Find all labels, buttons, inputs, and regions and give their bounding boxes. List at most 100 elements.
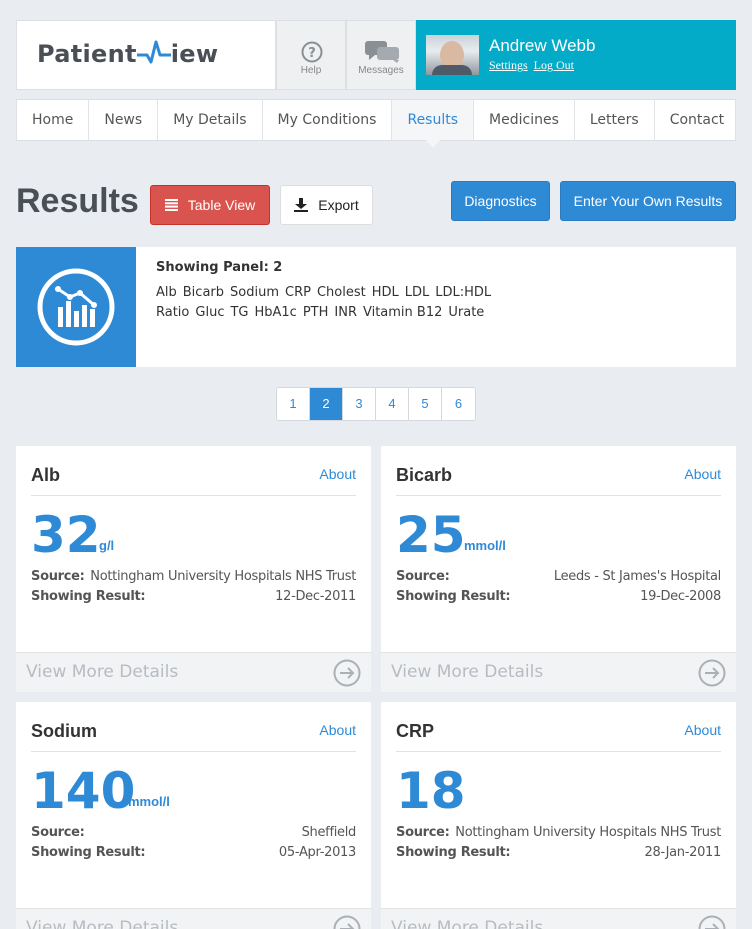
result-unit: mmol/l — [128, 794, 170, 809]
page-link[interactable]: 3 — [343, 388, 376, 420]
help-button[interactable]: ? Help — [276, 20, 346, 90]
view-more-details-button[interactable]: View More Details — [16, 652, 371, 692]
source-label: Source: — [31, 825, 85, 840]
arrow-right-circle-icon — [698, 915, 726, 929]
help-label: Help — [300, 65, 322, 76]
export-button[interactable]: Export — [280, 185, 373, 225]
logo-text: Patient — [37, 40, 137, 68]
source-label: Source: — [31, 569, 85, 584]
panel-test: Urate — [448, 305, 485, 320]
result-card-bicarb: Bicarb About 25 mmol/l Source: Leeds - St… — [381, 446, 736, 692]
result-name: Bicarb — [396, 465, 453, 485]
result-name: CRP — [396, 721, 435, 741]
view-more-details-button[interactable]: View More Details — [381, 652, 736, 692]
nav-item-results[interactable]: Results — [392, 100, 475, 148]
result-value: 18 — [396, 762, 466, 820]
showing-result-label: Showing Result: — [31, 589, 146, 604]
result-date: 19-Dec-2008 — [640, 589, 721, 604]
chart-icon — [37, 268, 115, 346]
page-link[interactable]: 4 — [376, 388, 409, 420]
table-view-label: Table View — [187, 197, 256, 213]
diagnostics-button[interactable]: Diagnostics — [451, 181, 550, 221]
view-more-label: View More Details — [26, 662, 179, 682]
nav-item-contact[interactable]: Contact — [655, 100, 739, 140]
source-label: Source: — [396, 825, 450, 840]
panel-test: Sodium — [230, 285, 279, 300]
source-value: Nottingham University Hospitals NHS Trus… — [455, 825, 721, 840]
about-link[interactable]: About — [684, 722, 721, 738]
view-more-label: View More Details — [391, 918, 544, 929]
source-value: Sheffield — [301, 825, 357, 840]
enter-results-button[interactable]: Enter Your Own Results — [560, 181, 736, 221]
nav-item-news[interactable]: News — [89, 100, 159, 140]
panel-test: PTH — [302, 305, 329, 320]
source-label: Source: — [396, 569, 450, 584]
download-icon — [294, 198, 309, 212]
nav-item-letters[interactable]: Letters — [575, 100, 655, 140]
table-view-button[interactable]: Table View — [150, 185, 270, 225]
page-link-active[interactable]: 2 — [310, 388, 343, 420]
arrow-right-circle-icon — [333, 915, 361, 929]
about-link[interactable]: About — [684, 466, 721, 482]
page-link[interactable]: 5 — [409, 388, 442, 420]
view-more-details-button[interactable]: View More Details — [381, 908, 736, 929]
view-more-details-button[interactable]: View More Details — [16, 908, 371, 929]
messages-label: Messages — [358, 65, 404, 76]
header: Patient iew ? Help Messages Andrew Webb S… — [16, 20, 736, 90]
page-title: Results — [16, 182, 139, 220]
panel-summary: Showing Panel: 2 Alb Bicarb Sodium CRP Chole… — [16, 247, 736, 367]
panel-test: Bicarb — [182, 285, 225, 300]
result-unit: mmol/l — [464, 538, 506, 553]
panel-test: TG — [230, 305, 249, 320]
settings-link[interactable]: Settings — [489, 58, 528, 72]
view-more-label: View More Details — [391, 662, 544, 682]
panel-test: LDL — [404, 285, 430, 300]
panel-test: Cholest — [316, 285, 366, 300]
panel-test: CRP — [285, 285, 311, 300]
result-value: 25 — [396, 506, 466, 564]
divider — [31, 751, 356, 752]
result-value: 140 — [31, 762, 136, 820]
divider — [396, 751, 721, 752]
result-date: 28-Jan-2011 — [644, 845, 722, 860]
result-card-sodium: Sodium About 140 mmol/l Source: Sheffield… — [16, 702, 371, 929]
result-name: Sodium — [31, 721, 97, 741]
result-card-crp: CRP About 18 Source: Nottingham Universit… — [381, 702, 736, 929]
page-link[interactable]: 6 — [442, 388, 475, 420]
logo[interactable]: Patient iew — [16, 20, 276, 90]
panel-test: Alb — [156, 285, 177, 300]
panel-test: HbA1c — [254, 305, 297, 320]
logout-link[interactable]: Log Out — [534, 58, 574, 72]
nav-item-medicines[interactable]: Medicines — [474, 100, 575, 140]
panel-test-list: Alb Bicarb Sodium CRP Cholest HDL LDL LDL:HDL R… — [156, 283, 716, 323]
page-link[interactable]: 1 — [277, 388, 310, 420]
result-unit: g/l — [99, 538, 115, 553]
source-value: Leeds - St James's Hospital — [553, 569, 721, 584]
showing-result-label: Showing Result: — [31, 845, 146, 860]
result-date: 05-Apr-2013 — [278, 845, 356, 860]
about-link[interactable]: About — [319, 466, 356, 482]
panel-test: HDL — [371, 285, 399, 300]
nav-item-home[interactable]: Home — [17, 100, 90, 140]
avatar — [426, 35, 479, 75]
result-name: Alb — [31, 465, 60, 485]
svg-text:?: ? — [308, 46, 316, 61]
about-link[interactable]: About — [319, 722, 356, 738]
arrow-right-circle-icon — [698, 659, 726, 687]
list-icon — [164, 199, 178, 211]
nav-item-my-conditions[interactable]: My Conditions — [263, 100, 393, 140]
view-more-label: View More Details — [26, 918, 179, 929]
result-value: 32 — [31, 506, 101, 564]
user-name: Andrew Webb — [489, 36, 596, 55]
panel-test: INR — [334, 305, 357, 320]
messages-button[interactable]: Messages — [346, 20, 416, 90]
panel-test: Vitamin B12 — [362, 305, 443, 320]
nav-item-my-details[interactable]: My Details — [158, 100, 263, 140]
result-date: 12-Dec-2011 — [275, 589, 356, 604]
divider — [31, 495, 356, 496]
help-icon: ? — [301, 41, 323, 63]
result-card-alb: Alb About 32 g/l Source: Nottingham Unive… — [16, 446, 371, 692]
user-panel: Andrew Webb Settings Log Out — [416, 20, 736, 90]
panel-test: Gluc — [195, 305, 225, 320]
pulse-icon — [136, 40, 171, 64]
